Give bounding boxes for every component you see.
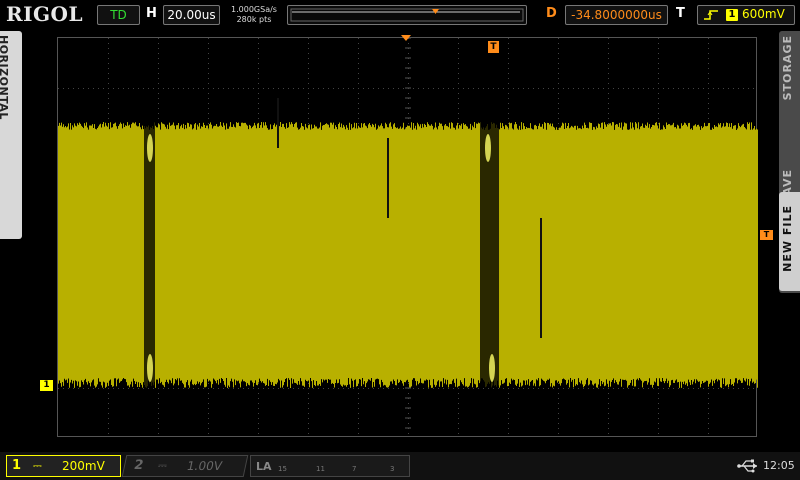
center-marker-icon xyxy=(401,35,411,41)
ch1-ground-marker[interactable]: 1 xyxy=(40,380,53,391)
trigger-position-marker[interactable]: T xyxy=(488,41,499,53)
memory-overview[interactable] xyxy=(287,5,527,25)
trigger-level-marker[interactable]: T xyxy=(760,230,773,240)
la-label: LA xyxy=(256,460,272,473)
sample-rate: 1.000GSa/s xyxy=(231,5,277,14)
la-bit-label: 11 xyxy=(316,465,325,473)
storage-menu-label: STORAGE xyxy=(781,35,794,101)
new-file-label: NEW FILE xyxy=(781,205,794,272)
ch1-settings[interactable]: 1 ⎓ 200mV xyxy=(6,455,121,477)
waveform-canvas xyxy=(58,38,758,434)
trigger-level-value: 600mV xyxy=(742,7,785,21)
run-status-badge[interactable]: TD xyxy=(97,5,140,25)
ch2-number: 2 xyxy=(132,458,145,473)
brand-logo: RIGOL xyxy=(6,2,84,26)
horizontal-label: H xyxy=(146,6,157,21)
horizontal-menu-label: HORIZONTAL xyxy=(0,35,10,120)
ch1-number: 1 xyxy=(12,458,22,473)
trigger-settings[interactable]: 1 600mV xyxy=(697,5,795,25)
logic-analyzer-settings[interactable]: LA 15 11 7 3 xyxy=(250,455,410,477)
ch2-scale: 1.00V xyxy=(185,459,224,473)
delay-label: D xyxy=(546,6,557,21)
delay-value[interactable]: -34.8000000us xyxy=(565,5,668,25)
ch1-scale: 200mV xyxy=(62,459,105,473)
usb-icon xyxy=(737,459,757,473)
la-bit-label: 3 xyxy=(390,465,395,473)
waveform-display[interactable] xyxy=(57,37,758,437)
dc-coupling-icon: ⎓ xyxy=(33,459,42,472)
system-clock: 12:05 xyxy=(763,459,795,472)
trigger-label: T xyxy=(676,6,685,21)
ch1-trace xyxy=(58,98,758,388)
top-status-bar: RIGOL TD H 20.00us 1.000GSa/s 280k pts D… xyxy=(0,0,800,31)
memory-overview-waveform xyxy=(290,8,524,22)
timebase-value[interactable]: 20.00us xyxy=(163,5,220,25)
new-file-button[interactable]: NEW FILE xyxy=(779,192,800,291)
memory-depth: 280k pts xyxy=(236,15,272,24)
acquisition-info: 1.000GSa/s 280k pts xyxy=(230,5,278,25)
la-bit-label: 7 xyxy=(352,465,357,473)
ch2-settings[interactable]: 2 ⎓ 1.00V xyxy=(121,455,249,477)
trigger-source-badge: 1 xyxy=(726,9,738,21)
rising-edge-icon xyxy=(704,10,718,20)
horizontal-menu-tab[interactable]: HORIZONTAL xyxy=(0,31,22,239)
dc-coupling-icon: ⎓ xyxy=(156,459,169,472)
la-bit-label: 15 xyxy=(278,465,287,473)
